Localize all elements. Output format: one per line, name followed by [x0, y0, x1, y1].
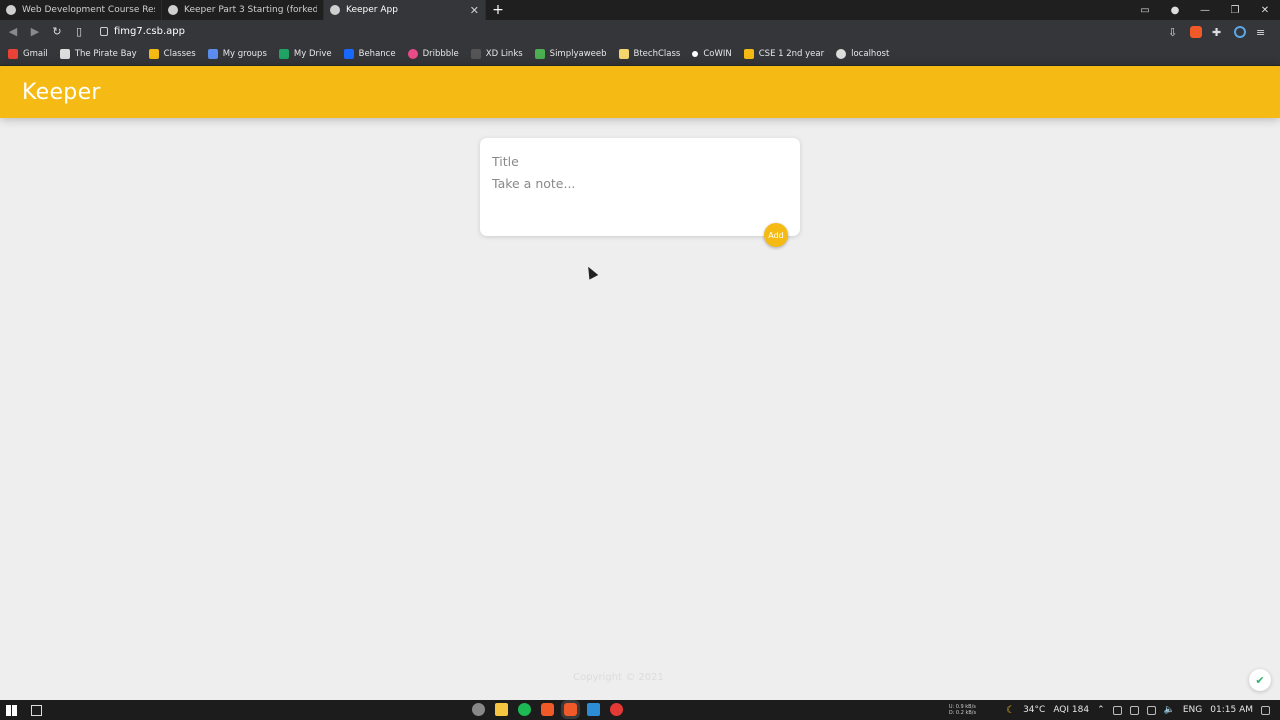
install-app-icon[interactable]: ⇩ [1168, 26, 1180, 39]
tab-favicon-icon [6, 5, 16, 15]
page-icon [618, 49, 629, 59]
globe-icon [836, 49, 847, 59]
chrome-icon[interactable] [472, 703, 485, 716]
folder-icon [470, 49, 481, 59]
brave-icon[interactable] [541, 703, 554, 716]
browser-tab-active[interactable]: Keeper App ✕ [324, 0, 486, 20]
notifications-icon[interactable] [1261, 705, 1270, 715]
clock[interactable]: 01:15 AM [1210, 705, 1253, 715]
mouse-cursor-icon [583, 264, 599, 280]
bookmarks-bar: Gmail The Pirate Bay Classes My groups M… [0, 43, 1280, 66]
forward-button[interactable]: ▶ [28, 25, 42, 39]
weather-moon-icon[interactable]: ☾ [1006, 705, 1015, 716]
tab-title: Keeper App [346, 5, 398, 15]
file-explorer-icon[interactable] [495, 703, 508, 716]
bookmark-icon[interactable]: ▯ [72, 25, 86, 39]
codesandbox-favicon-icon [168, 5, 178, 15]
note-title-input[interactable] [492, 154, 788, 169]
minimize-button[interactable]: — [1190, 5, 1220, 16]
toolbar-actions: ⇩ ✚ ≡ [1168, 25, 1274, 39]
system-tray: U: 0.9 kB/s D: 0.2 kB/s ☾ 34°C AQI 184 ⌃… [949, 700, 1270, 720]
monitor-icon [59, 49, 70, 59]
bookmark-my-drive[interactable]: My Drive [278, 49, 332, 59]
bookmark-xd-links[interactable]: XD Links [470, 49, 523, 59]
app-title: Keeper [22, 79, 101, 105]
bookmark-classes[interactable]: Classes [148, 49, 196, 59]
new-tab-button[interactable]: + [486, 0, 510, 20]
window-controls: ▭ ● — ❐ ✕ [1130, 0, 1280, 20]
bookmark-localhost[interactable]: localhost [836, 49, 889, 59]
cast-icon[interactable]: ▭ [1130, 5, 1160, 16]
volume-icon[interactable]: 🔈 [1164, 705, 1175, 715]
network-speed: U: 0.9 kB/s D: 0.2 kB/s [948, 704, 977, 716]
app-header: Keeper [0, 66, 1280, 118]
shield-check-icon[interactable]: ✔ [1249, 669, 1271, 691]
os-taskbar: U: 0.9 kB/s D: 0.2 kB/s ☾ 34°C AQI 184 ⌃… [0, 700, 1280, 720]
reload-button[interactable]: ↻ [50, 25, 64, 39]
copyright-text: Copyright © 2021 [573, 672, 664, 683]
create-note-form: Add [480, 138, 800, 247]
lock-icon [100, 27, 108, 36]
media-icon[interactable]: ● [1160, 5, 1190, 16]
bookmark-simplyaweeb[interactable]: Simplyaweeb [534, 49, 607, 59]
close-window-button[interactable]: ✕ [1250, 5, 1280, 16]
bookmark-gmail[interactable]: Gmail [8, 49, 48, 59]
bookmark-dribbble[interactable]: Dribbble [407, 49, 459, 59]
add-note-button[interactable]: Add [764, 223, 788, 247]
brave-active-icon[interactable] [564, 703, 577, 716]
url-text: fimg7.csb.app [114, 26, 185, 37]
task-view-icon[interactable] [31, 704, 42, 716]
vscode-icon[interactable] [587, 703, 600, 716]
wifi-icon[interactable] [1146, 705, 1156, 715]
bookmark-behance[interactable]: Behance [343, 49, 396, 59]
record-icon[interactable] [610, 703, 623, 716]
bookmark-cse-1-2nd-year[interactable]: CSE 1 2nd year [743, 49, 824, 59]
language-indicator[interactable]: ENG [1183, 705, 1202, 715]
simplyaweeb-icon [534, 49, 545, 59]
tray-app-icon[interactable] [1112, 705, 1122, 715]
battery-icon[interactable] [1129, 705, 1139, 715]
address-bar[interactable]: fimg7.csb.app [94, 23, 1160, 41]
classroom-icon [743, 49, 754, 59]
browser-tab-strip: Web Development Course Resources | Keepe… [0, 0, 1280, 20]
tab-title: Keeper Part 3 Starting (forked) - Code [184, 5, 317, 15]
browser-tab[interactable]: Web Development Course Resources | [0, 0, 162, 20]
aqi-value[interactable]: AQI 184 [1053, 705, 1089, 715]
chevron-up-icon[interactable]: ⌃ [1097, 705, 1105, 715]
bookmark-cowin[interactable]: CoWIN [692, 49, 732, 59]
app-footer: Copyright © 2021 [0, 672, 1237, 683]
weather-temp[interactable]: 34°C [1023, 705, 1045, 715]
browser-tab[interactable]: Keeper Part 3 Starting (forked) - Code [162, 0, 324, 20]
spotify-icon[interactable] [518, 703, 531, 716]
drive-icon [278, 49, 289, 59]
dribbble-icon [407, 49, 418, 59]
menu-icon[interactable]: ≡ [1256, 26, 1268, 39]
brave-shield-icon[interactable] [1190, 25, 1202, 38]
restore-button[interactable]: ❐ [1220, 5, 1250, 16]
tab-title: Web Development Course Resources | [22, 5, 155, 15]
back-button[interactable]: ◀ [6, 25, 20, 39]
bookmark-my-groups[interactable]: My groups [207, 49, 267, 59]
taskbar-apps [472, 703, 623, 716]
profile-avatar-icon[interactable] [1234, 25, 1246, 38]
cowin-icon [692, 51, 699, 57]
bookmark-btechclass[interactable]: BtechClass [618, 49, 680, 59]
groups-icon [207, 49, 218, 59]
bookmark-the-pirate-bay[interactable]: The Pirate Bay [59, 49, 137, 59]
classroom-icon [148, 49, 159, 59]
behance-icon [343, 49, 354, 59]
browser-toolbar: ◀ ▶ ↻ ▯ fimg7.csb.app ⇩ ✚ ≡ [0, 20, 1280, 43]
windows-start-icon[interactable] [6, 704, 17, 716]
codesandbox-favicon-icon [330, 5, 340, 15]
gmail-icon [8, 49, 18, 59]
close-tab-icon[interactable]: ✕ [470, 4, 479, 17]
extensions-icon[interactable]: ✚ [1212, 26, 1224, 39]
note-content-input[interactable] [492, 176, 788, 224]
